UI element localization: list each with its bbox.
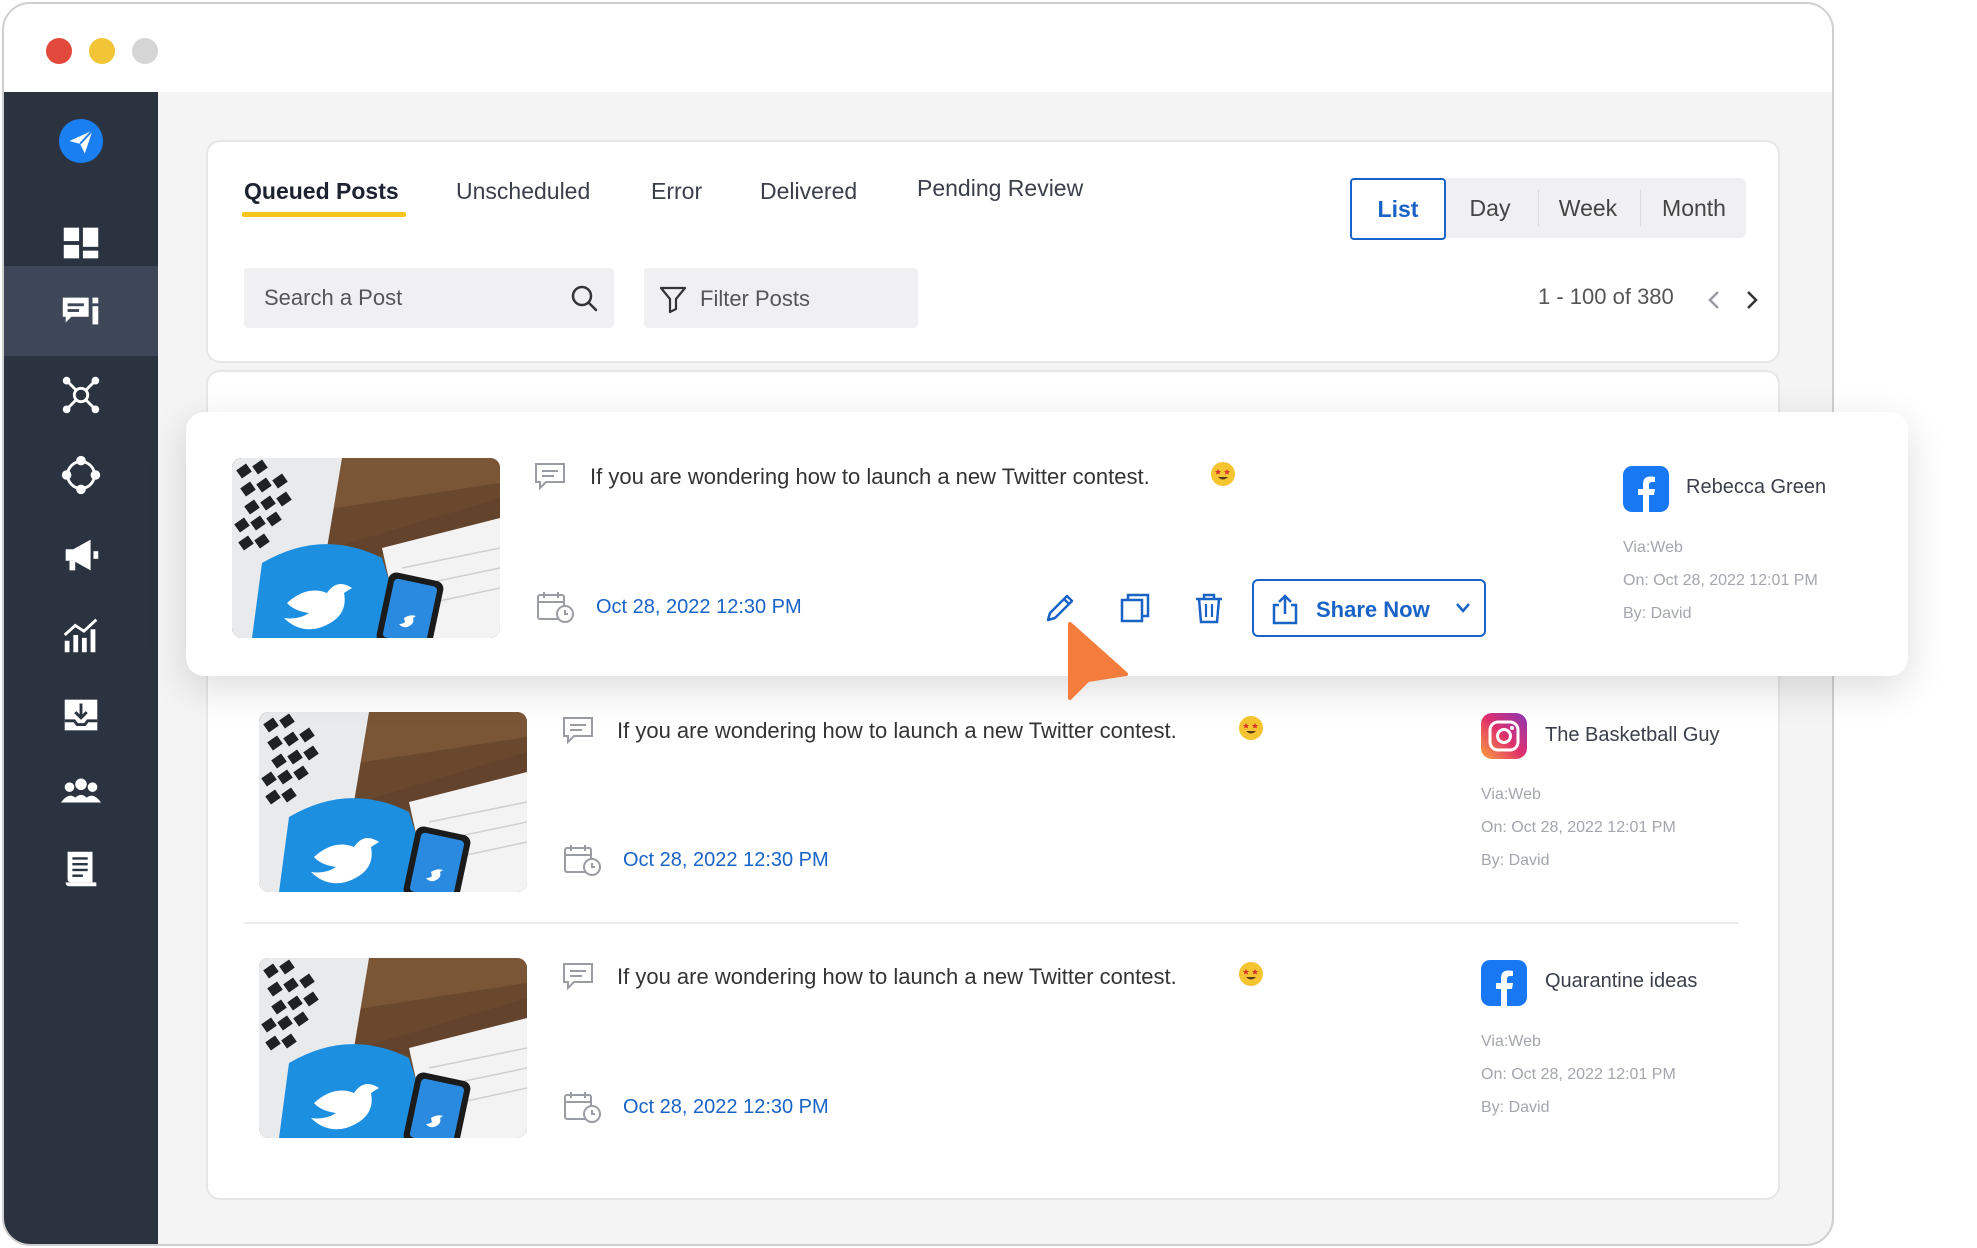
view-switcher: List Day Week Month <box>1350 178 1746 240</box>
delete-trash-icon[interactable] <box>1192 591 1226 625</box>
active-tab-underline <box>242 212 406 217</box>
search-input[interactable]: Search a Post <box>244 268 614 328</box>
posts-queue-icon <box>62 297 99 325</box>
edit-pencil-icon[interactable] <box>1043 591 1077 625</box>
search-icon[interactable] <box>568 282 600 314</box>
schedule-calendar-icon <box>537 592 574 623</box>
tab-queued-posts[interactable]: Queued Posts <box>244 178 399 205</box>
account-name: The Basketball Guy <box>1545 724 1720 746</box>
star-struck-emoji-icon <box>1211 462 1235 486</box>
sidebar-item-home[interactable] <box>4 96 158 186</box>
star-struck-emoji-icon <box>1239 962 1263 986</box>
minimize-window-button[interactable] <box>89 38 115 64</box>
post-thumbnail-image <box>259 958 527 1138</box>
posts-toolbar-card: Queued Posts Unscheduled Error Delivered… <box>206 140 1780 363</box>
connect-cycle-icon <box>61 455 101 495</box>
post-created-by: By: David <box>1481 852 1550 869</box>
search-placeholder: Search a Post <box>264 285 403 310</box>
post-thumbnail-image <box>259 712 527 892</box>
chevron-down-icon[interactable] <box>1454 601 1472 615</box>
sidebar-item-network[interactable] <box>4 350 158 440</box>
paper-plane-logo-icon <box>58 118 104 164</box>
post-created-on: On: Oct 28, 2022 12:01 PM <box>1623 572 1818 589</box>
filter-label: Filter Posts <box>700 286 811 311</box>
post-created-by: By: David <box>1623 605 1692 622</box>
close-window-button[interactable] <box>46 38 72 64</box>
share-now-button[interactable]: Share Now <box>1252 579 1486 637</box>
share-upload-icon <box>1272 594 1298 625</box>
post-via: Via:Web <box>1481 1033 1541 1050</box>
post-created-on: On: Oct 28, 2022 12:01 PM <box>1481 1066 1676 1083</box>
comment-icon <box>563 717 593 744</box>
network-hub-icon <box>62 376 100 414</box>
sidebar-item-analytics[interactable] <box>4 590 158 680</box>
post-text: If you are wondering how to launch a new… <box>617 718 1177 743</box>
post-created-on: On: Oct 28, 2022 12:01 PM <box>1481 819 1676 836</box>
post-text: If you are wondering how to launch a new… <box>590 464 1150 489</box>
facebook-icon <box>1481 960 1527 1006</box>
tab-pending-review[interactable]: Pending Review <box>917 175 1083 202</box>
filter-funnel-icon <box>659 286 687 314</box>
megaphone-icon <box>65 539 99 571</box>
inbox-download-icon <box>64 699 98 731</box>
mouse-cursor-pointer-icon <box>1068 622 1128 700</box>
scheduled-date[interactable]: Oct 28, 2022 12:30 PM <box>623 1096 829 1119</box>
dashboard-grid-icon <box>63 227 99 259</box>
report-document-icon <box>65 851 97 887</box>
post-via: Via:Web <box>1481 786 1541 803</box>
analytics-bars-icon <box>63 618 98 653</box>
post-created-by: By: David <box>1481 1099 1550 1116</box>
schedule-calendar-icon <box>564 845 601 876</box>
account-name: Quarantine ideas <box>1545 970 1698 992</box>
sidebar-item-posts[interactable] <box>4 266 158 356</box>
team-users-icon <box>60 778 102 803</box>
sidebar-item-team[interactable] <box>4 746 158 836</box>
sidebar-item-campaigns[interactable] <box>4 510 158 600</box>
star-struck-emoji-icon <box>1239 716 1263 740</box>
comment-icon <box>535 463 565 490</box>
schedule-calendar-icon <box>564 1092 601 1123</box>
tab-delivered[interactable]: Delivered <box>760 178 857 205</box>
facebook-icon <box>1623 466 1669 512</box>
title-bar <box>4 4 1832 92</box>
sidebar-item-connect[interactable] <box>4 430 158 520</box>
comment-icon <box>563 963 593 990</box>
list-item-post-hovered[interactable]: If you are wondering how to launch a new… <box>186 412 1908 676</box>
duplicate-copy-icon[interactable] <box>1118 591 1152 625</box>
view-separator <box>1640 190 1641 226</box>
scheduled-date[interactable]: Oct 28, 2022 12:30 PM <box>623 849 829 872</box>
instagram-icon <box>1481 713 1527 759</box>
post-text: If you are wondering how to launch a new… <box>617 964 1177 989</box>
view-week-button[interactable]: Week <box>1540 178 1636 238</box>
post-thumbnail-image <box>232 458 500 638</box>
row-divider <box>244 922 1739 924</box>
pagination-range: 1 - 100 of 380 <box>1538 284 1674 309</box>
sidebar-item-reports[interactable] <box>4 824 158 914</box>
view-month-button[interactable]: Month <box>1642 178 1746 238</box>
sidebar <box>4 92 158 1244</box>
post-via: Via:Web <box>1623 539 1683 556</box>
chevron-left-icon[interactable] <box>1704 288 1724 312</box>
scheduled-date[interactable]: Oct 28, 2022 12:30 PM <box>596 596 802 619</box>
view-list-button[interactable]: List <box>1350 178 1446 240</box>
chevron-right-icon[interactable] <box>1742 288 1762 312</box>
account-name: Rebecca Green <box>1686 476 1827 498</box>
filter-posts-button[interactable]: Filter Posts <box>644 268 918 328</box>
view-day-button[interactable]: Day <box>1446 178 1534 238</box>
maximize-window-button[interactable] <box>132 38 158 64</box>
share-now-label: Share Now <box>1316 597 1430 622</box>
tab-error[interactable]: Error <box>651 178 702 205</box>
tab-unscheduled[interactable]: Unscheduled <box>456 178 590 205</box>
view-separator <box>1538 190 1539 226</box>
